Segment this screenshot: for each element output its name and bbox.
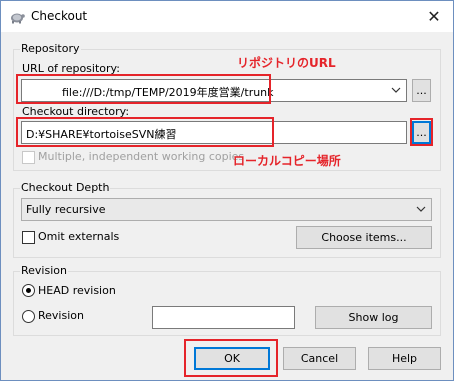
url-browse-button[interactable]: ... (412, 79, 431, 102)
depth-value: Fully recursive (26, 203, 106, 216)
choose-items-button[interactable]: Choose items... (296, 226, 432, 249)
revision-label: Revision (38, 309, 84, 322)
window-title: Checkout (31, 9, 88, 23)
tortoise-icon (11, 13, 25, 24)
checkout-browse-highlight-box (410, 118, 433, 146)
radio-selected-dot (26, 288, 31, 293)
revision-group-label: Revision (20, 264, 68, 277)
checkout-directory-highlight-box (16, 117, 274, 147)
show-log-button[interactable]: Show log (315, 306, 432, 329)
depth-combobox[interactable]: Fully recursive (21, 198, 432, 221)
checkout-dialog: Checkout ✕ Repository URL of repository:… (0, 0, 454, 381)
checkout-depth-group-label: Checkout Depth (20, 181, 111, 194)
url-highlight-box (16, 74, 271, 104)
repository-group-label: Repository (20, 42, 81, 55)
chevron-down-icon[interactable] (415, 202, 427, 216)
close-icon: ✕ (427, 6, 441, 26)
revision-radio[interactable] (22, 310, 35, 323)
cancel-button[interactable]: Cancel (283, 347, 356, 370)
revision-input[interactable] (152, 306, 295, 329)
title-bar: Checkout ✕ (1, 1, 453, 32)
head-revision-label: HEAD revision (38, 284, 116, 297)
head-revision-radio[interactable] (22, 284, 35, 297)
close-button[interactable]: ✕ (415, 1, 453, 31)
multiple-working-copies-label: Multiple, independent working copies (38, 150, 245, 163)
chevron-down-icon[interactable] (390, 83, 402, 97)
local-copy-annotation: ローカルコピー場所 (233, 154, 341, 168)
multiple-working-copies-checkbox[interactable] (22, 151, 35, 164)
omit-externals-checkbox[interactable] (22, 231, 35, 244)
help-button[interactable]: Help (368, 347, 441, 370)
url-annotation: リポジトリのURL (237, 56, 336, 70)
ok-highlight-box (184, 339, 278, 377)
omit-externals-label: Omit externals (38, 230, 120, 243)
